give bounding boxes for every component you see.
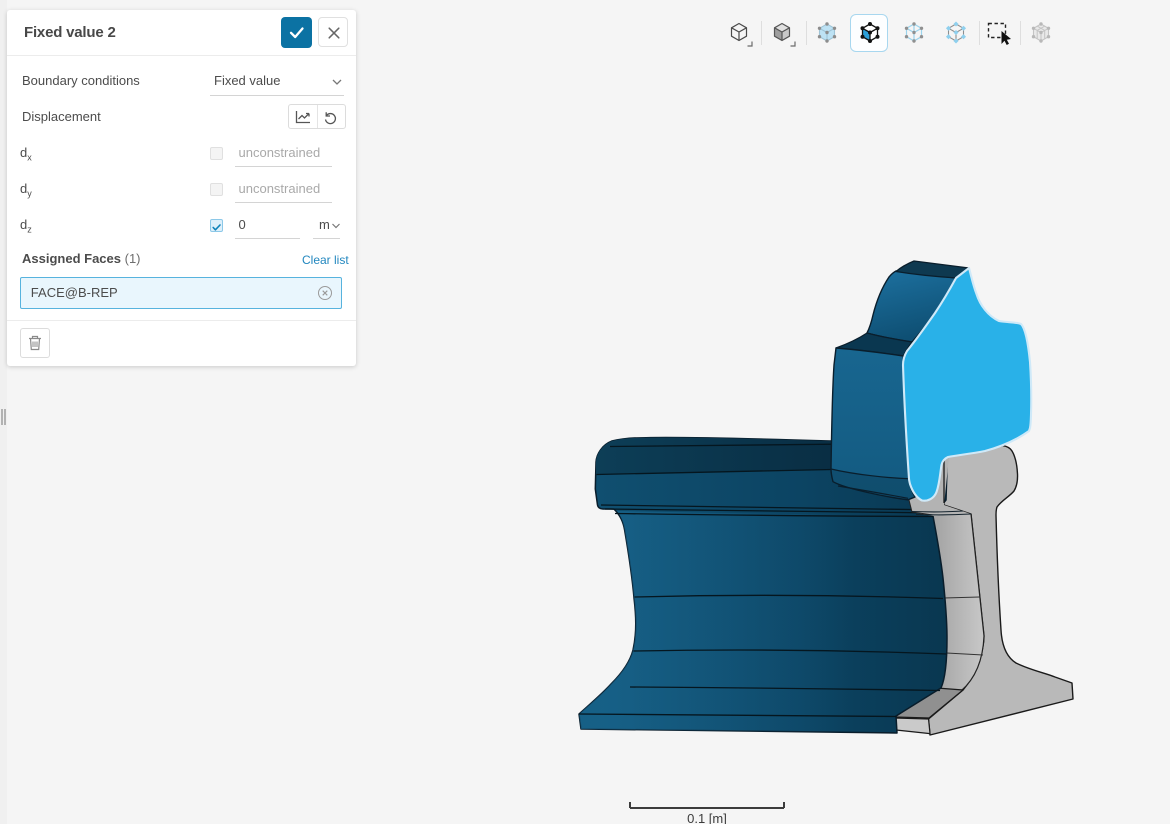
svg-text:0.1 [m]: 0.1 [m] <box>687 811 727 824</box>
